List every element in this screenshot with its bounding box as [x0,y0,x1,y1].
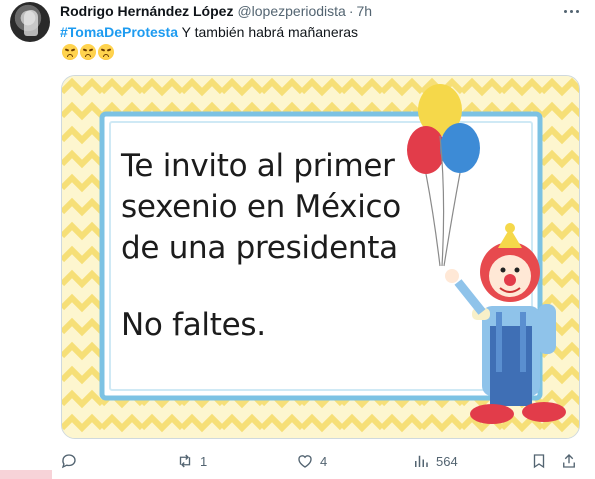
bookmark-button[interactable] [530,450,548,472]
views-button[interactable]: 564 [412,450,458,472]
confounded-face-emoji-icon [98,44,114,60]
avatar-figure [24,10,38,36]
like-button[interactable]: 4 [296,450,327,472]
emoji-row [62,44,114,60]
author-name[interactable]: Rodrigo Hernández López [60,3,233,19]
invitation-closing: No faltes. [121,307,266,343]
retweet-icon [179,454,191,468]
bookmark-icon [533,454,545,469]
confounded-face-emoji-icon [80,44,96,60]
heart-icon [298,455,312,468]
invitation-text: Te invito al primer sexenio en México de… [121,146,401,346]
separator-dot: · [348,3,354,19]
tweet-text: Y también habrá mañaneras [178,24,359,40]
tweet-header: Rodrigo Hernández López @lopezperiodista… [60,2,372,20]
reply-button[interactable] [60,450,84,472]
tweet-time[interactable]: 7h [357,3,373,19]
retweet-count: 1 [200,453,208,469]
like-count: 4 [320,453,328,469]
retweet-button[interactable]: 1 [176,450,207,472]
author-avatar[interactable] [10,2,50,42]
views-chart-icon [415,455,428,467]
author-handle[interactable]: @lopezperiodista [237,3,345,19]
share-icon [563,454,575,468]
tweet-text-line: #TomaDeProtesta Y también habrá mañanera… [60,24,358,40]
share-button[interactable] [560,450,578,472]
tweet-media-image[interactable]: Te invito al primer sexenio en México de… [61,75,580,439]
invitation-line-2: sexenio en México [121,189,401,225]
more-options-icon[interactable] [564,4,579,18]
hashtag-link[interactable]: #TomaDeProtesta [60,24,178,40]
invitation-line-1: Te invito al primer [121,148,395,184]
invitation-line-3: de una presidenta [121,230,398,266]
tired-face-emoji-icon [62,44,78,60]
tweet-actions: 1 4 564 [60,450,580,472]
reply-icon [61,454,76,469]
bottom-edge-fragment [0,470,52,479]
view-count: 564 [436,453,458,469]
